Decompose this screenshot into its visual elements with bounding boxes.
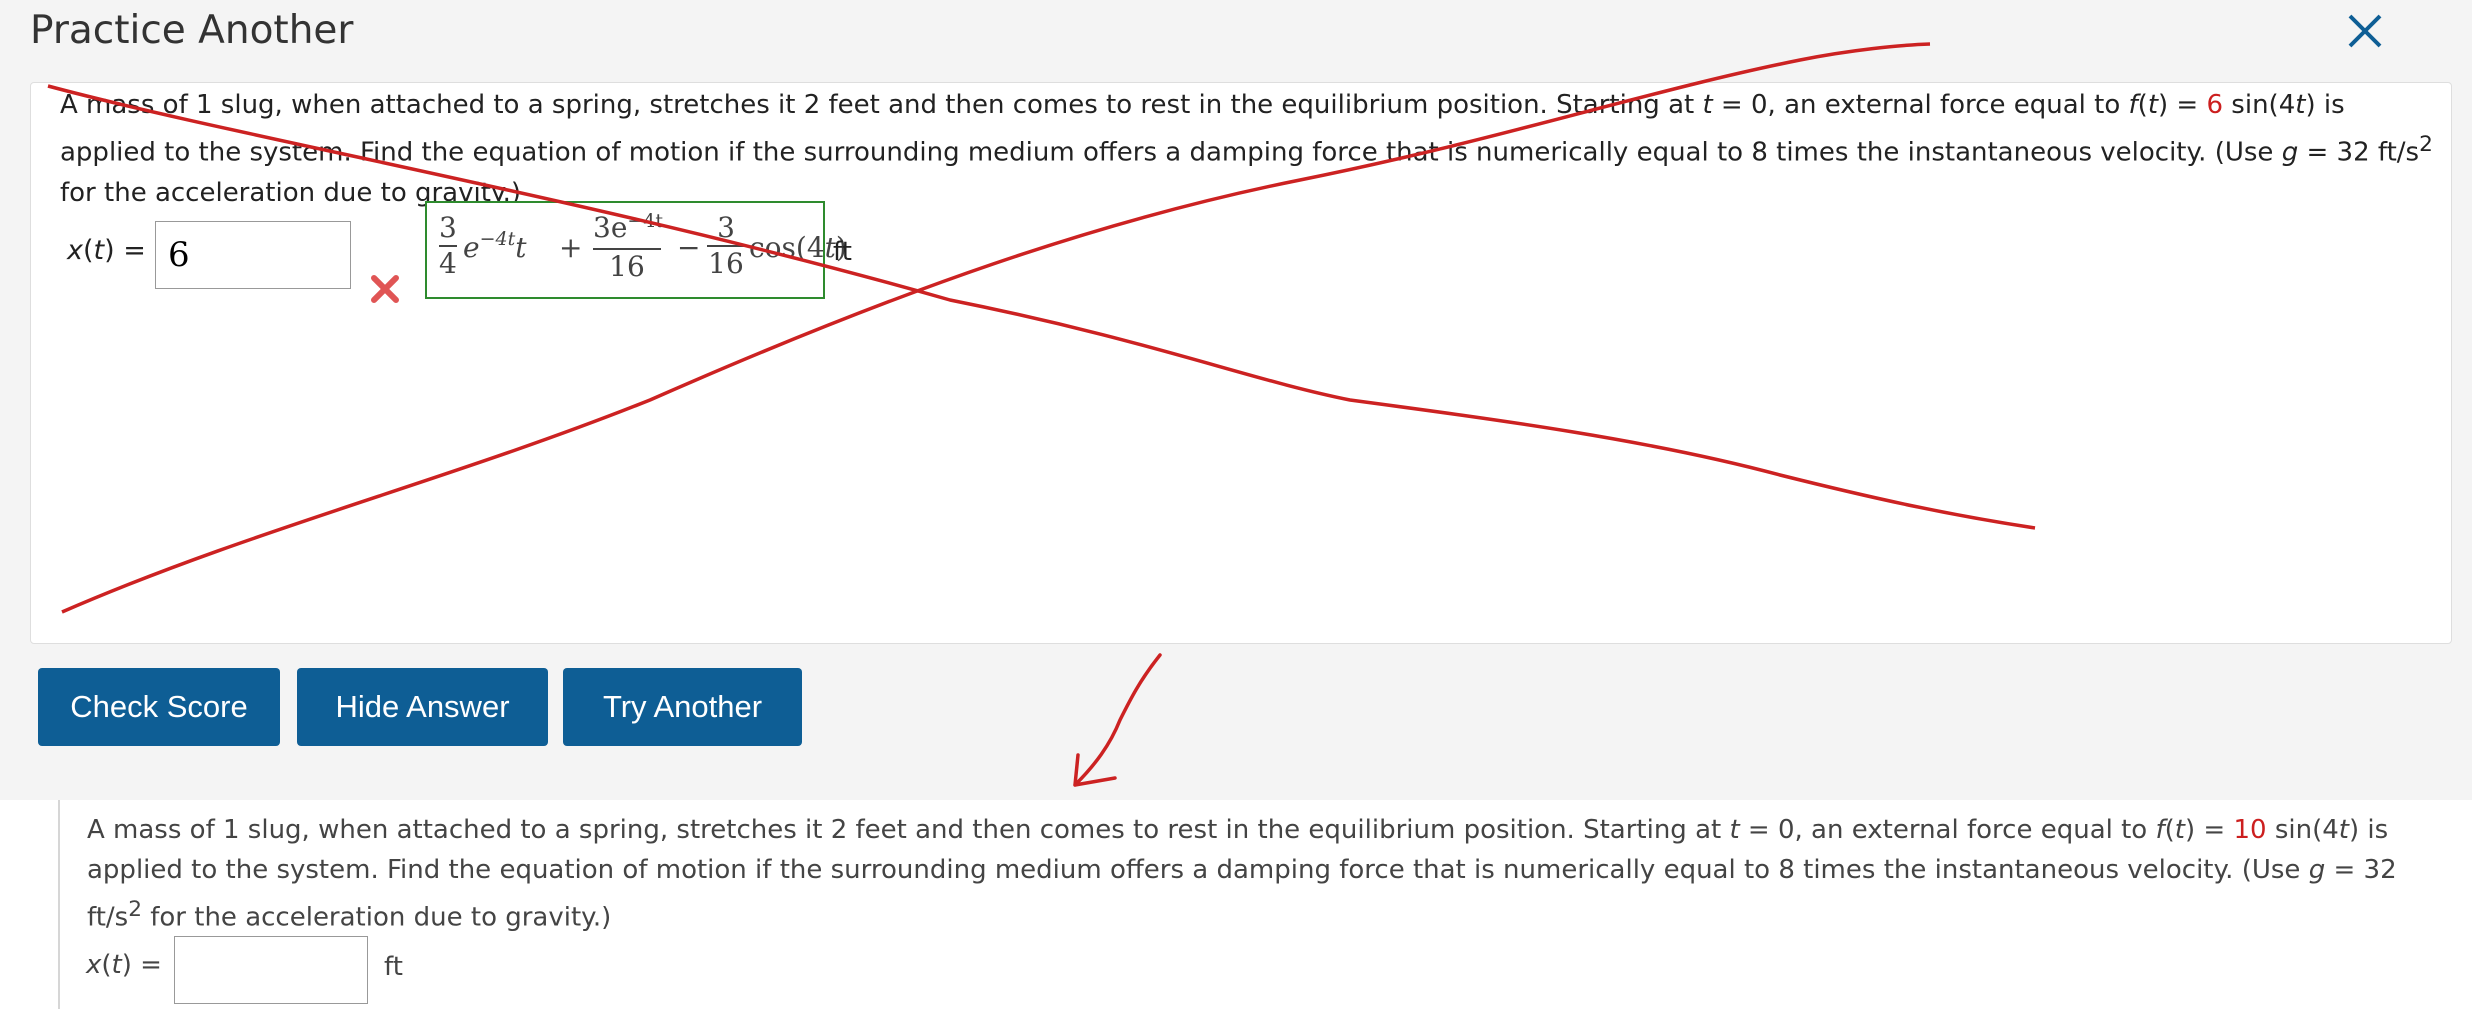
force-value: 6 xyxy=(2206,90,2224,120)
new-force-value: 10 xyxy=(2233,815,2267,845)
new-answer-input[interactable] xyxy=(174,936,368,1004)
new-question-text: A mass of 1 slug, when attached to a spr… xyxy=(87,815,2397,933)
answer-label: x(t) = xyxy=(67,235,146,266)
question-text: A mass of 1 slug, when attached to a spr… xyxy=(60,90,2433,208)
fraction-3e-16: 3e−4t 16 xyxy=(593,210,664,283)
page-title: Practice Another xyxy=(30,8,354,53)
answer-input[interactable] xyxy=(155,221,351,289)
unit-label: ft xyxy=(833,237,852,267)
question-panel: A mass of 1 slug, when attached to a spr… xyxy=(30,82,2452,644)
arrow-annotation xyxy=(1073,653,1162,787)
new-question-panel: A mass of 1 slug, when attached to a spr… xyxy=(0,800,2472,1009)
new-unit-label: ft xyxy=(384,952,403,982)
check-score-button[interactable]: Check Score xyxy=(38,668,280,746)
try-another-button[interactable]: Try Another xyxy=(563,668,802,746)
hide-answer-button[interactable]: Hide Answer xyxy=(297,668,548,746)
left-border xyxy=(58,800,60,1009)
correct-answer-box: 34 e−4tt + 3e−4t 16 − 3 16 cos(4t) xyxy=(425,201,847,299)
new-answer-label: x(t) = xyxy=(86,950,162,980)
fraction-3-4: 34 xyxy=(439,211,457,280)
fraction-3-16: 3 16 xyxy=(707,211,745,280)
wrong-x-icon xyxy=(371,275,399,303)
close-icon[interactable] xyxy=(2344,10,2386,52)
